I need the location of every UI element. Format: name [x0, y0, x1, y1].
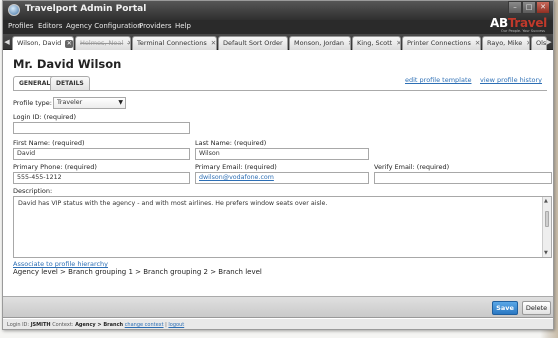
- hierarchy-path: Agency level > Branch grouping 1 > Branc…: [13, 268, 262, 276]
- login-id-field[interactable]: [13, 122, 190, 134]
- app-logo-icon: [8, 4, 20, 16]
- action-bar: Save Delete: [3, 296, 553, 318]
- primary-phone-label: Primary Phone: (required): [13, 163, 97, 171]
- minimize-button[interactable]: –: [508, 1, 522, 14]
- chevron-down-icon: ▼: [118, 99, 123, 106]
- menu-providers[interactable]: Providers: [139, 22, 171, 30]
- last-name-label: Last Name: (required): [195, 139, 267, 147]
- primary-phone-field[interactable]: 555-455-1212: [13, 172, 190, 184]
- brand-logo-ab: AB: [489, 16, 508, 30]
- tab-king-scott[interactable]: King, Scott✕: [352, 36, 401, 50]
- tab-label: Rayo, Mike: [487, 39, 523, 47]
- close-tab-icon[interactable]: ✕: [348, 39, 350, 47]
- page-title: Mr. David Wilson: [13, 57, 122, 71]
- tab-label: Monson, Jordan: [294, 39, 345, 47]
- title-bar: Travelport Admin Portal – □ ✕: [3, 1, 553, 20]
- maximize-button[interactable]: □: [522, 1, 536, 14]
- context-value: Agency > Branch: [75, 322, 124, 328]
- login-id-label: Login ID: (required): [13, 113, 77, 121]
- close-tab-icon[interactable]: ✕: [526, 39, 529, 47]
- description-text: David has VIP status with the agency - a…: [18, 200, 328, 207]
- change-context-link[interactable]: change context: [125, 322, 164, 328]
- tab-details[interactable]: DETAILS: [50, 76, 90, 90]
- primary-email-label: Primary Email: (required): [195, 163, 277, 171]
- delete-button[interactable]: Delete: [522, 301, 551, 315]
- scroll-up-icon[interactable]: ▲: [544, 198, 548, 204]
- document-tab-strip: ◀ Wilson, David✕ Helmes, Neal✕ Terminal …: [3, 34, 553, 51]
- brand-logo: ABTravel: [490, 16, 547, 30]
- menu-profiles[interactable]: Profiles: [8, 22, 33, 30]
- first-name-label: First Name: (required): [13, 139, 85, 147]
- close-tab-icon[interactable]: ✕: [127, 39, 130, 47]
- tab-label: Helmes, Neal: [80, 39, 124, 47]
- window-title: Travelport Admin Portal: [25, 4, 147, 14]
- tab-label: Wilson, David: [17, 39, 62, 47]
- close-window-button[interactable]: ✕: [536, 1, 550, 14]
- tab-terminal-connections[interactable]: Terminal Connections ✕: [132, 36, 217, 50]
- tab-default-sort-order[interactable]: Default Sort Order ✕: [218, 36, 288, 50]
- status-separator: |: [165, 322, 167, 328]
- profile-type-value: Traveler: [57, 99, 83, 106]
- brand-logo-travel: Travel: [507, 16, 547, 30]
- save-button[interactable]: Save: [492, 301, 518, 315]
- tab-monson-jordan[interactable]: Monson, Jordan✕: [289, 36, 351, 50]
- tab-label: Printer Connections: [407, 39, 471, 47]
- primary-email-field[interactable]: dwilson@vodafone.com: [195, 172, 369, 184]
- app-window: Travelport Admin Portal – □ ✕ Profiles E…: [2, 0, 554, 330]
- close-tab-icon[interactable]: ✕: [211, 39, 216, 47]
- scrollbar-thumb[interactable]: [545, 211, 549, 227]
- menu-editors[interactable]: Editors: [38, 22, 62, 30]
- tab-wilson-david[interactable]: Wilson, David ✕: [12, 36, 74, 51]
- status-bar: Login ID: JSMITH Context: Agency > Branc…: [3, 319, 553, 329]
- tab-scroll-left-icon[interactable]: ◀: [3, 36, 11, 48]
- tab-label: King, Scott: [357, 39, 393, 47]
- associate-hierarchy-link[interactable]: Associate to profile hierarchy: [13, 260, 108, 268]
- brand-tagline: Our People. Your Success: [500, 29, 545, 33]
- tab-printer-connections[interactable]: Printer Connections ✕: [402, 36, 481, 50]
- description-scrollbar[interactable]: ▲ ▼: [542, 197, 551, 257]
- tab-helmes-neal[interactable]: Helmes, Neal✕: [75, 36, 131, 50]
- context-label: Context:: [52, 322, 74, 328]
- last-name-field[interactable]: Wilson: [195, 148, 369, 160]
- profile-type-select[interactable]: Traveler ▼: [53, 97, 126, 109]
- first-name-field[interactable]: David: [13, 148, 190, 160]
- subtab-divider: [13, 90, 547, 91]
- tab-label: Terminal Connections: [137, 39, 207, 47]
- description-textarea[interactable]: David has VIP status with the agency - a…: [13, 196, 552, 258]
- menu-help[interactable]: Help: [175, 22, 191, 30]
- verify-email-label: Verify Email: (required): [374, 163, 450, 171]
- logout-link[interactable]: logout: [168, 322, 184, 328]
- verify-email-field[interactable]: [374, 172, 552, 184]
- profile-type-label: Profile type:: [13, 99, 52, 107]
- menu-agency-configuration[interactable]: Agency Configuration: [66, 22, 142, 30]
- view-profile-history-link[interactable]: view profile history: [480, 76, 542, 84]
- description-label: Description:: [13, 187, 53, 195]
- menu-bar: Profiles Editors Agency Configuration Pr…: [3, 20, 553, 34]
- login-id-status-label: Login ID:: [7, 322, 30, 328]
- tab-scroll-right-icon[interactable]: ▶: [545, 36, 553, 48]
- login-id-status-value: JSMITH: [30, 322, 51, 328]
- edit-profile-template-link[interactable]: edit profile template: [405, 76, 472, 84]
- tab-label: Default Sort Order: [223, 39, 283, 47]
- close-tab-icon[interactable]: ✕: [396, 39, 400, 47]
- scroll-down-icon[interactable]: ▼: [544, 250, 548, 256]
- close-tab-icon[interactable]: ✕: [287, 39, 288, 47]
- close-tab-icon[interactable]: ✕: [475, 39, 480, 47]
- close-tab-icon[interactable]: ✕: [65, 40, 73, 48]
- profile-content: Mr. David Wilson GENERAL DETAILS edit pr…: [3, 50, 553, 295]
- tab-rayo-mike[interactable]: Rayo, Mike✕: [482, 36, 530, 50]
